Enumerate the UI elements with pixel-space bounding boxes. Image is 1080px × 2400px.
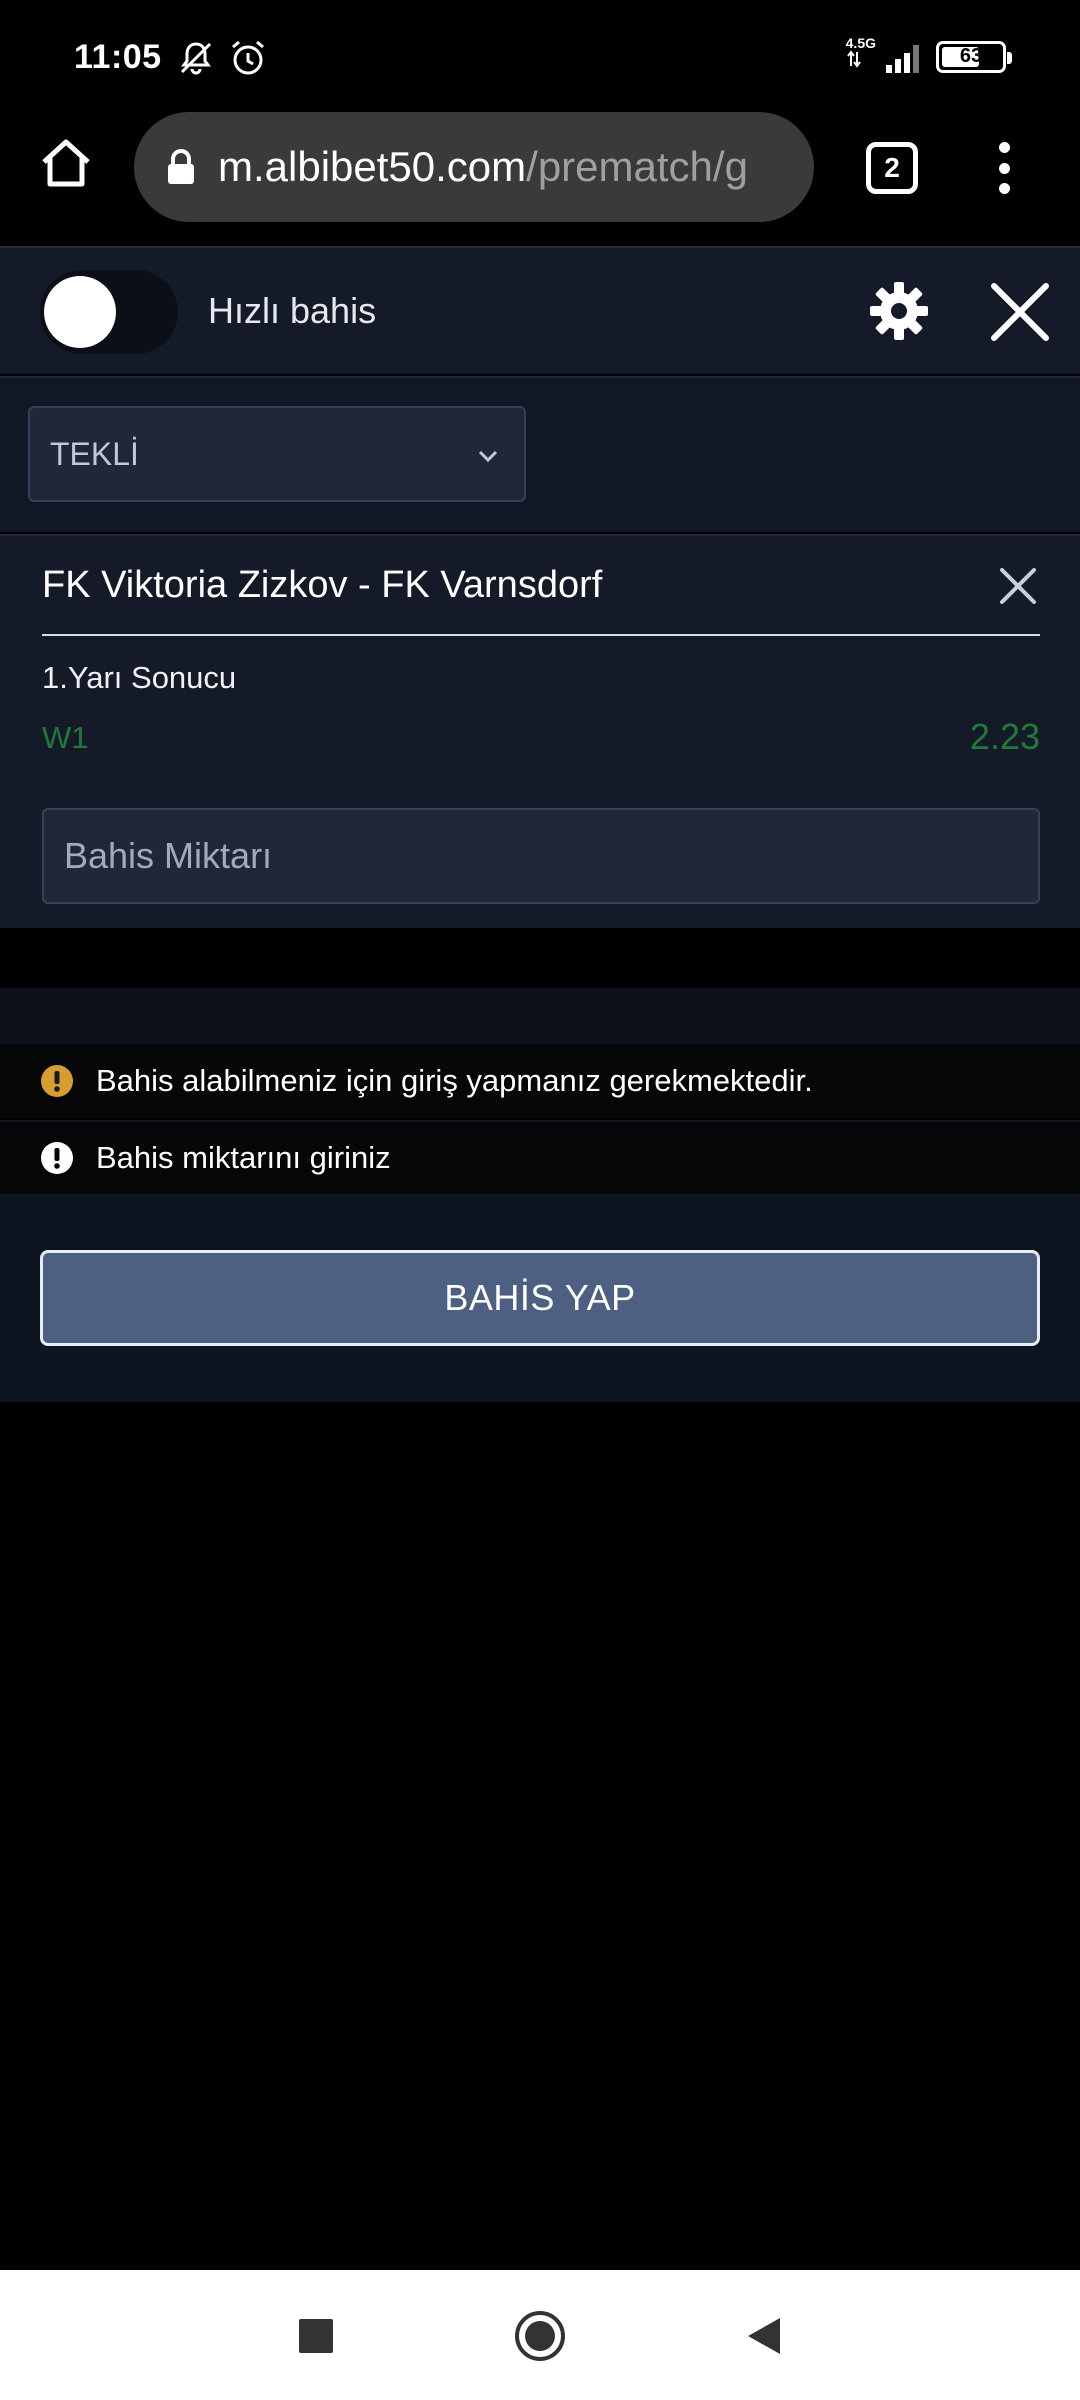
square-icon bbox=[299, 2319, 333, 2353]
bet-type-select[interactable]: TEKLİ bbox=[28, 406, 526, 502]
login-warning: Bahis alabilmeniz için giriş yapmanız ge… bbox=[0, 1044, 1080, 1118]
betslip-header: Hızlı bahis bbox=[0, 246, 1080, 374]
status-time: 11:05 bbox=[74, 38, 162, 76]
amount-notice: Bahis miktarını giriniz bbox=[0, 1120, 1080, 1194]
menu-dot bbox=[998, 162, 1010, 174]
toggle-knob bbox=[44, 276, 116, 348]
stake-input[interactable] bbox=[42, 808, 1040, 904]
gear-icon[interactable] bbox=[868, 280, 930, 342]
login-warning-text: Bahis alabilmeniz için giriş yapmanız ge… bbox=[96, 1063, 813, 1098]
circle-icon bbox=[515, 2311, 565, 2361]
odds-value: 2.23 bbox=[969, 716, 1040, 757]
close-icon[interactable] bbox=[988, 280, 1052, 344]
home-icon[interactable] bbox=[36, 134, 96, 194]
tab-count: 2 bbox=[884, 152, 900, 183]
bet-type-value: TEKLİ bbox=[50, 435, 139, 472]
battery-level: 63 bbox=[959, 45, 983, 67]
browser-toolbar: m.albibet50.com/prematch/g 2 bbox=[0, 112, 1080, 246]
alarm-icon bbox=[232, 40, 264, 75]
separator-strip bbox=[0, 988, 1080, 1044]
url-host: m.albibet50.com bbox=[218, 143, 527, 190]
battery-icon: 63 bbox=[936, 40, 1012, 73]
match-title: FK Viktoria Zizkov - FK Varnsdorf bbox=[42, 564, 603, 606]
system-nav-bar bbox=[0, 2270, 1080, 2400]
network-label: 4.5G bbox=[845, 35, 876, 51]
lock-icon bbox=[168, 149, 194, 184]
action-area: BAHİS YAP bbox=[0, 1194, 1080, 1402]
bet-type-row: TEKLİ bbox=[0, 376, 1080, 532]
more-menu-button[interactable] bbox=[984, 138, 1024, 198]
market-name: 1.Yarı Sonucu bbox=[42, 660, 237, 695]
url-text: m.albibet50.com/prematch/g bbox=[218, 143, 748, 191]
quick-bet-toggle[interactable] bbox=[40, 270, 178, 354]
amount-notice-text: Bahis miktarını giriniz bbox=[96, 1140, 391, 1175]
back-triangle-icon bbox=[748, 2318, 780, 2354]
signal-icon bbox=[886, 44, 919, 73]
divider bbox=[42, 634, 1040, 636]
status-right: 4.5G 63 bbox=[846, 36, 1012, 77]
place-bet-button[interactable]: BAHİS YAP bbox=[40, 1250, 1040, 1346]
quick-bet-label: Hızlı bahis bbox=[208, 290, 377, 331]
warning-circle-icon bbox=[41, 1065, 73, 1097]
status-bar: 11:05 4.5G 63 bbox=[0, 0, 1080, 112]
chevron-down-icon bbox=[478, 450, 498, 463]
bet-card: FK Viktoria Zizkov - FK Varnsdorf 1.Yarı… bbox=[0, 534, 1080, 928]
network-indicator: 4.5G bbox=[846, 36, 876, 77]
url-bar[interactable]: m.albibet50.com/prematch/g bbox=[134, 112, 814, 222]
home-nav-button[interactable] bbox=[510, 2306, 570, 2366]
menu-dot bbox=[998, 183, 1010, 194]
data-arrows-icon bbox=[846, 50, 861, 68]
remove-bet-icon[interactable] bbox=[998, 566, 1038, 606]
menu-dot bbox=[998, 142, 1010, 153]
selection-name: W1 bbox=[42, 720, 89, 755]
recents-button[interactable] bbox=[286, 2306, 346, 2366]
back-button[interactable] bbox=[734, 2306, 794, 2366]
mute-bell-icon bbox=[180, 42, 212, 75]
url-path: /prematch/g bbox=[526, 143, 748, 190]
tab-switcher-button[interactable]: 2 bbox=[866, 142, 918, 194]
exclamation-circle-icon bbox=[41, 1142, 73, 1174]
